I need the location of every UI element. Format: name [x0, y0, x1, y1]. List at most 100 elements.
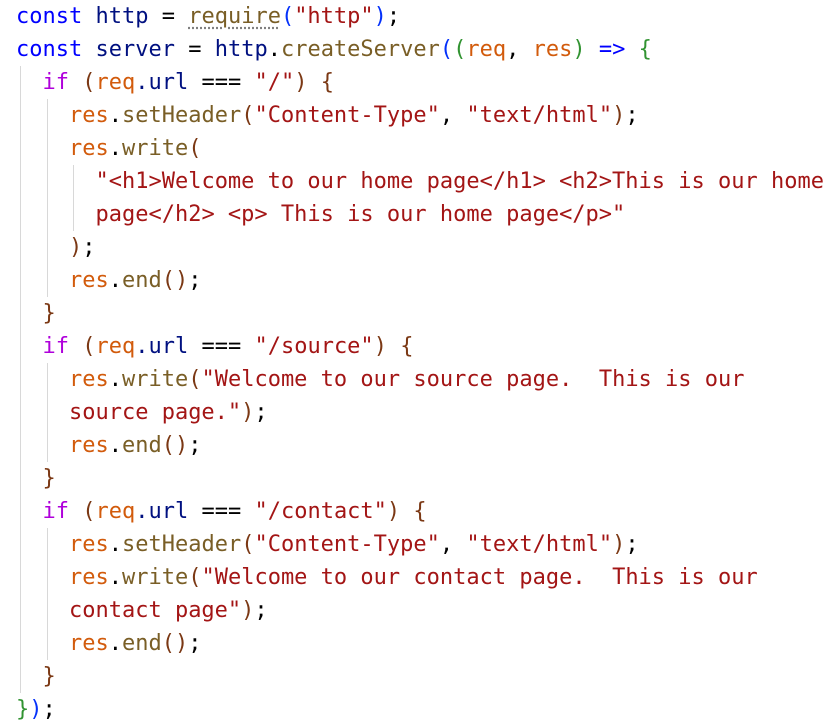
code-token-punct: . — [108, 136, 122, 161]
code-token-string: "text/html" — [466, 103, 613, 128]
code-token-function: setHeader — [121, 103, 242, 128]
code-token-punct: . — [108, 367, 122, 392]
code-token-punct: ; — [82, 235, 96, 260]
code-token-resvar: res — [68, 532, 109, 557]
code-token-paren3: ( — [188, 565, 202, 590]
code-line[interactable]: res.write("Welcome to our contact page. … — [16, 561, 826, 594]
code-line[interactable]: const server = http.createServer((req, r… — [16, 33, 826, 66]
code-line[interactable]: contact page"); — [16, 594, 826, 627]
indent-guide — [20, 231, 21, 264]
indent-guide — [73, 198, 74, 231]
code-line[interactable]: "<h1>Welcome to our home page</h1> <h2>T… — [16, 165, 826, 198]
code-line[interactable]: source page."); — [16, 396, 826, 429]
indent-guide — [20, 297, 21, 330]
code-line[interactable]: if (req.url === "/source") { — [16, 330, 826, 363]
code-token-function: createServer — [280, 37, 440, 62]
indent-guide — [20, 561, 21, 594]
code-token-paren3: ) — [612, 532, 626, 557]
code-line[interactable]: res.write("Welcome to our source page. T… — [16, 363, 826, 396]
indent-guide — [46, 363, 48, 396]
indent-guide — [20, 198, 21, 231]
code-token-operator: = — [174, 37, 215, 62]
code-token-punct: . — [108, 103, 122, 128]
code-token-paren3: ) — [68, 235, 83, 260]
code-token-string: "Content-Type" — [254, 103, 440, 128]
code-token-string: "Content-Type" — [254, 532, 440, 557]
code-token-paren3: ) — [241, 598, 255, 623]
code-line[interactable]: ); — [16, 231, 826, 264]
code-token-paren3: { — [413, 499, 427, 524]
code-token-function: write — [121, 565, 189, 590]
code-line[interactable]: res.end(); — [16, 264, 826, 297]
code-token-paren1: ( — [439, 37, 454, 62]
indent-guide — [46, 594, 48, 627]
code-token-paren3: ( — [241, 532, 255, 557]
indent-guide — [46, 132, 48, 165]
code-token-string: contact page" — [68, 598, 242, 623]
code-token-storage: const — [16, 37, 96, 62]
indent-guide — [46, 198, 48, 231]
code-line[interactable]: if (req.url === "/contact") { — [16, 495, 826, 528]
indent-guide — [46, 528, 48, 561]
code-line[interactable]: res.end(); — [16, 627, 826, 660]
code-token-function: write — [121, 136, 189, 161]
indent-guide — [20, 363, 21, 396]
code-line[interactable]: page</h2> <p> This is our home page</p>" — [16, 198, 826, 231]
code-line[interactable]: res.write( — [16, 132, 826, 165]
code-token-resvar: res — [68, 565, 109, 590]
code-token-function: setHeader — [121, 532, 242, 557]
code-editor[interactable]: const http = require("http"); const serve… — [16, 0, 826, 726]
code-token-paren3: () — [161, 631, 189, 656]
code-token-string: "Welcome to our contact page. This is ou… — [201, 565, 758, 590]
indent-guide — [46, 99, 48, 132]
code-token-function: require — [188, 4, 281, 29]
code-token-resvar: res — [68, 268, 109, 293]
code-token-paren3: () — [161, 268, 189, 293]
code-line[interactable]: if (req.url === "/") { — [16, 66, 826, 99]
indent-guide — [20, 627, 21, 660]
code-token-punct: . — [108, 268, 122, 293]
code-token-punct: ; — [42, 697, 56, 722]
code-token-punct: ; — [188, 268, 202, 293]
code-token-string: "Welcome to our source page. This is our — [201, 367, 745, 392]
code-token-paren3: } — [42, 664, 56, 689]
indent-guide — [20, 594, 21, 627]
indent-guide — [20, 165, 21, 198]
code-line[interactable]: }); — [16, 693, 826, 726]
code-line[interactable]: } — [16, 297, 826, 330]
code-token-string: "http" — [294, 4, 374, 29]
code-token-resvar: res — [68, 631, 109, 656]
code-token-keyword: if — [42, 70, 83, 95]
code-token-variable: http — [214, 37, 268, 62]
code-token-paren3: } — [42, 301, 56, 326]
indent-guide — [46, 231, 48, 264]
indent-guide — [20, 429, 21, 462]
indent-guide — [20, 396, 21, 429]
code-token-operator: === — [201, 499, 255, 524]
code-line[interactable]: res.setHeader("Content-Type", "text/html… — [16, 99, 826, 132]
code-token-punct: ; — [254, 598, 268, 623]
code-token-paren3: ( — [82, 70, 96, 95]
code-token-paren2: ( — [453, 37, 467, 62]
code-token-punct: . — [108, 565, 122, 590]
code-token-paren3: ( — [188, 136, 202, 161]
indent-guide — [46, 396, 48, 429]
code-token-paren1: ) — [373, 4, 387, 29]
code-token-paren3: ( — [188, 367, 202, 392]
code-line[interactable]: } — [16, 660, 826, 693]
code-line[interactable]: res.setHeader("Content-Type", "text/html… — [16, 528, 826, 561]
code-token-function: write — [121, 367, 189, 392]
code-token-variable: .url — [135, 70, 202, 95]
code-line[interactable]: } — [16, 462, 826, 495]
code-line[interactable]: const http = require("http"); — [16, 0, 826, 33]
code-token-paren3: ( — [241, 103, 255, 128]
code-token-paren3: ) — [241, 400, 255, 425]
code-line[interactable]: res.end(); — [16, 429, 826, 462]
indent-guide — [20, 462, 21, 495]
code-token-keyword: if — [42, 334, 83, 359]
code-token-resvar: res — [532, 37, 573, 62]
